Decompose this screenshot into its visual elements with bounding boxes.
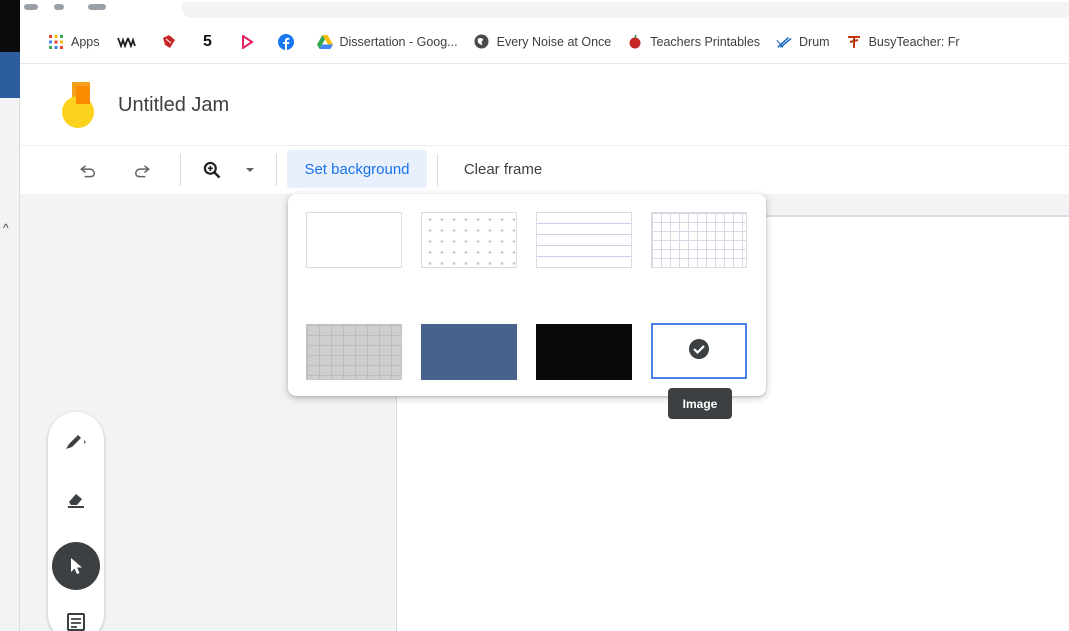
set-background-button[interactable]: Set background — [287, 150, 427, 188]
five-icon: 5 — [203, 32, 212, 50]
apps-grid-icon — [48, 34, 64, 50]
bookmark-label: Drum — [799, 34, 830, 49]
background-option-image[interactable] — [651, 323, 747, 379]
background-picker — [288, 194, 766, 396]
eraser-tool[interactable] — [52, 478, 100, 526]
bookmark-play[interactable] — [239, 34, 262, 50]
select-icon — [52, 542, 100, 590]
bookmark-red-icon — [161, 34, 177, 50]
bookmarks-bar: Apps 5 Dissertation - Goog... Every Nois… — [20, 20, 1069, 64]
facebook-icon — [277, 33, 294, 50]
zoom-in-icon[interactable] — [198, 156, 226, 184]
bookmark-label: BusyTeacher: Fr — [868, 34, 960, 49]
bookmark-label: Teachers Printables — [650, 34, 761, 49]
redo-icon[interactable] — [128, 156, 156, 184]
background-option-dots[interactable] — [421, 212, 517, 268]
background-option-black[interactable] — [536, 324, 632, 380]
tab-stub — [24, 4, 38, 10]
tab-stub — [54, 4, 64, 10]
bookmark-facebook[interactable] — [277, 33, 301, 50]
image-tooltip: Image — [668, 388, 732, 419]
background-option-gray-grid[interactable] — [306, 324, 402, 380]
bookmark-label: Dissertation - Goog... — [339, 34, 458, 49]
os-edge-blue — [0, 52, 20, 98]
sticky-note-tool[interactable] — [52, 600, 100, 631]
globe-icon — [474, 34, 490, 50]
select-tool[interactable] — [52, 542, 100, 590]
toolbar-divider — [180, 154, 181, 186]
busyteacher-icon — [846, 34, 862, 50]
undo-icon[interactable] — [74, 156, 102, 184]
clear-frame-button[interactable]: Clear frame — [448, 150, 558, 188]
background-option-blank[interactable] — [306, 212, 402, 268]
jamboard-logo-icon[interactable] — [62, 82, 94, 128]
bookmark-every-noise[interactable]: Every Noise at Once — [474, 34, 612, 50]
toolbar: Set background Clear frame — [20, 146, 1069, 194]
background-option-grid[interactable] — [651, 212, 747, 268]
sticky-note-icon — [66, 612, 86, 631]
bookmark-label: Every Noise at Once — [496, 34, 612, 49]
bookmark-label: Apps — [71, 34, 100, 49]
play-icon — [239, 34, 255, 50]
bookmark-red[interactable] — [161, 34, 184, 50]
logo-part — [76, 86, 90, 104]
background-option-blue[interactable] — [421, 324, 517, 380]
google-drive-icon — [316, 34, 333, 50]
eraser-icon — [65, 490, 87, 515]
tab-stub — [88, 4, 106, 10]
bookmark-apps[interactable]: Apps — [48, 34, 100, 50]
bookmark-five[interactable]: 5 — [200, 32, 223, 50]
checkmark-circle-icon — [688, 338, 710, 365]
wwe-icon — [116, 34, 138, 50]
os-edge-gray — [0, 98, 20, 631]
active-tab[interactable] — [182, 2, 1069, 18]
caret-up-icon[interactable]: ^ — [3, 221, 9, 235]
toolbar-divider — [437, 154, 438, 186]
bookmark-dissertation[interactable]: Dissertation - Goog... — [316, 34, 458, 50]
toolbar-divider — [276, 154, 277, 186]
pen-icon — [63, 432, 89, 457]
bookmark-teachers-printables[interactable]: Teachers Printables — [627, 34, 760, 50]
pen-tool[interactable] — [52, 420, 100, 468]
os-edge-dark — [0, 0, 20, 52]
apple-icon — [627, 34, 643, 50]
tool-rail — [48, 412, 104, 631]
jam-title[interactable]: Untitled Jam — [118, 94, 229, 117]
chevron-down-icon[interactable] — [240, 156, 260, 184]
browser-tab-strip — [20, 0, 1069, 20]
bookmark-drum[interactable]: Drum — [776, 34, 830, 50]
bookmark-wwe[interactable] — [116, 34, 145, 50]
bookmark-busyteacher[interactable]: BusyTeacher: Fr — [846, 34, 960, 50]
background-option-lines[interactable] — [536, 212, 632, 268]
app-header: Untitled Jam — [20, 64, 1069, 146]
drum-icon — [776, 34, 792, 50]
